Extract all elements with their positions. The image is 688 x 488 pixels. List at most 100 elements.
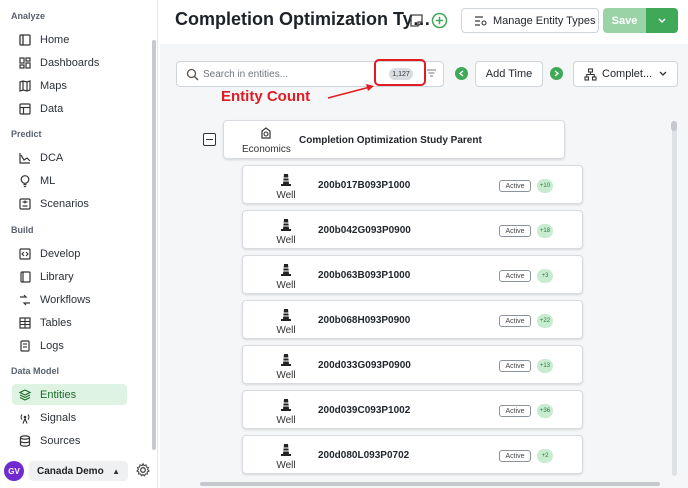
manage-entity-types-button[interactable]: Manage Entity Types: [461, 8, 599, 33]
home-icon: [18, 33, 32, 47]
sidebar-item-ml[interactable]: ML: [12, 170, 127, 191]
entity-card[interactable]: Well 200b068H093P0900 Active +22: [242, 300, 583, 339]
entity-name: 200d033G093P0900: [318, 360, 411, 371]
sidebar-item-label: Entities: [40, 388, 77, 401]
entity-type-label: Well: [276, 460, 296, 471]
status-badge: Active: [499, 270, 531, 282]
logs-icon: [18, 339, 32, 353]
child-count-badge[interactable]: +36: [537, 404, 553, 418]
entity-card[interactable]: Well 200b017B093P1000 Active +10: [242, 165, 583, 204]
entity-card[interactable]: Well 200d033G093P0900 Active +13: [242, 345, 583, 384]
note-icon[interactable]: [409, 13, 424, 28]
sidebar-item-signals[interactable]: Signals: [12, 407, 127, 428]
entity-type-label: Economics: [242, 144, 291, 155]
entity-name: 200b042G093P0900: [318, 225, 411, 236]
dca-chart-icon: [18, 151, 32, 165]
child-count-badge[interactable]: +22: [537, 314, 553, 328]
chevron-down-icon: [659, 71, 667, 76]
sidebar-item-logs[interactable]: Logs: [12, 335, 127, 356]
scrollbar-thumb[interactable]: [671, 121, 677, 131]
child-count-badge[interactable]: +13: [537, 359, 553, 373]
sidebar: Analyze Home Dashboards Maps Data Predic…: [0, 0, 158, 488]
parent-entity-card[interactable]: Economics Completion Optimization Study …: [223, 120, 565, 159]
section-title-data-model: Data Model: [11, 366, 60, 376]
sidebar-item-label: Library: [40, 270, 74, 283]
sidebar-item-workflows[interactable]: Workflows: [12, 289, 127, 310]
sidebar-item-library[interactable]: Library: [12, 266, 127, 287]
entity-card[interactable]: Well 200d080L093P0702 Active +2: [242, 435, 583, 474]
chevron-right-icon: [554, 70, 560, 77]
child-count-badge[interactable]: +18: [537, 224, 553, 238]
sidebar-item-label: Scenarios: [40, 197, 89, 210]
list-settings-icon: [475, 16, 487, 26]
sidebar-item-dashboards[interactable]: Dashboards: [12, 52, 127, 73]
well-icon: [281, 399, 291, 411]
status-badge: Active: [499, 180, 531, 192]
sidebar-item-label: Home: [40, 33, 70, 46]
sidebar-item-label: ML: [40, 174, 56, 187]
entity-type-label: Well: [276, 235, 296, 246]
annotation-arrow: [327, 84, 374, 99]
add-circle-icon[interactable]: [431, 12, 448, 29]
chevron-down-icon: [658, 17, 666, 23]
sidebar-item-entities[interactable]: Entities: [12, 384, 127, 405]
chevron-up-icon: ▲: [112, 466, 120, 476]
child-count-badge[interactable]: +3: [537, 269, 553, 283]
save-button[interactable]: Save: [603, 8, 646, 33]
search-icon: [186, 68, 199, 81]
page-title: Completion Optimization Ty…: [175, 9, 431, 29]
sidebar-item-home[interactable]: Home: [12, 29, 127, 50]
sidebar-item-scenarios[interactable]: Scenarios: [12, 193, 127, 214]
signals-icon: [18, 411, 32, 425]
filter-icon[interactable]: [426, 68, 437, 78]
sidebar-item-label: DCA: [40, 151, 64, 164]
section-title-build: Build: [11, 225, 34, 235]
sidebar-item-label: Data: [40, 102, 64, 115]
status-badge: Active: [499, 360, 531, 372]
scenarios-icon: [18, 197, 32, 211]
sidebar-item-label: Sources: [40, 434, 81, 447]
chevron-left-icon: [458, 70, 464, 77]
entity-type-label: Well: [276, 415, 296, 426]
avatar[interactable]: GV: [4, 461, 24, 481]
sidebar-item-tables[interactable]: Tables: [12, 312, 127, 333]
sidebar-item-label: Signals: [40, 411, 77, 424]
sidebar-item-maps[interactable]: Maps: [12, 75, 127, 96]
entity-card[interactable]: Well 200b063B093P1000 Active +3: [242, 255, 583, 294]
entity-card[interactable]: Well 200b042G093P0900 Active +18: [242, 210, 583, 249]
next-time-button[interactable]: [550, 67, 563, 80]
entity-type-label: Well: [276, 325, 296, 336]
entity-type-label: Well: [276, 190, 296, 201]
tenant-selector[interactable]: Canada Demo ▲: [29, 461, 128, 481]
add-time-button[interactable]: Add Time: [475, 61, 543, 87]
horizontal-scrollbar[interactable]: [200, 482, 660, 486]
well-icon: [281, 264, 291, 276]
sidebar-item-dca[interactable]: DCA: [12, 147, 127, 168]
vertical-scrollbar[interactable]: [672, 121, 677, 476]
sidebar-scrollbar[interactable]: [152, 40, 156, 450]
entity-type-label: Well: [276, 280, 296, 291]
code-icon: [18, 247, 32, 261]
entity-name: 200d039C093P1002: [318, 405, 411, 416]
status-badge: Active: [499, 405, 531, 417]
hierarchy-select[interactable]: Complet...: [573, 61, 678, 87]
hierarchy-select-label: Complet...: [602, 68, 653, 80]
sidebar-item-label: Maps: [40, 79, 67, 92]
child-count-badge[interactable]: +2: [537, 449, 553, 463]
sidebar-item-label: Develop: [40, 247, 81, 260]
previous-time-button[interactable]: [455, 67, 468, 80]
collapse-button[interactable]: [203, 133, 216, 146]
sidebar-item-data[interactable]: Data: [12, 98, 127, 119]
sidebar-item-label: Logs: [40, 339, 64, 352]
sidebar-item-develop[interactable]: Develop: [12, 243, 127, 264]
minus-icon: [206, 138, 213, 141]
tenant-label: Canada Demo: [37, 465, 104, 477]
child-count-badge[interactable]: +10: [537, 179, 553, 193]
data-icon: [18, 102, 32, 116]
save-dropdown-button[interactable]: [646, 8, 678, 33]
status-badge: Active: [499, 450, 531, 462]
gear-icon[interactable]: [135, 462, 151, 478]
entity-card[interactable]: Well 200d039C093P1002 Active +36: [242, 390, 583, 429]
sidebar-item-sources[interactable]: Sources: [12, 430, 127, 451]
entity-name: 200d080L093P0702: [318, 450, 410, 461]
